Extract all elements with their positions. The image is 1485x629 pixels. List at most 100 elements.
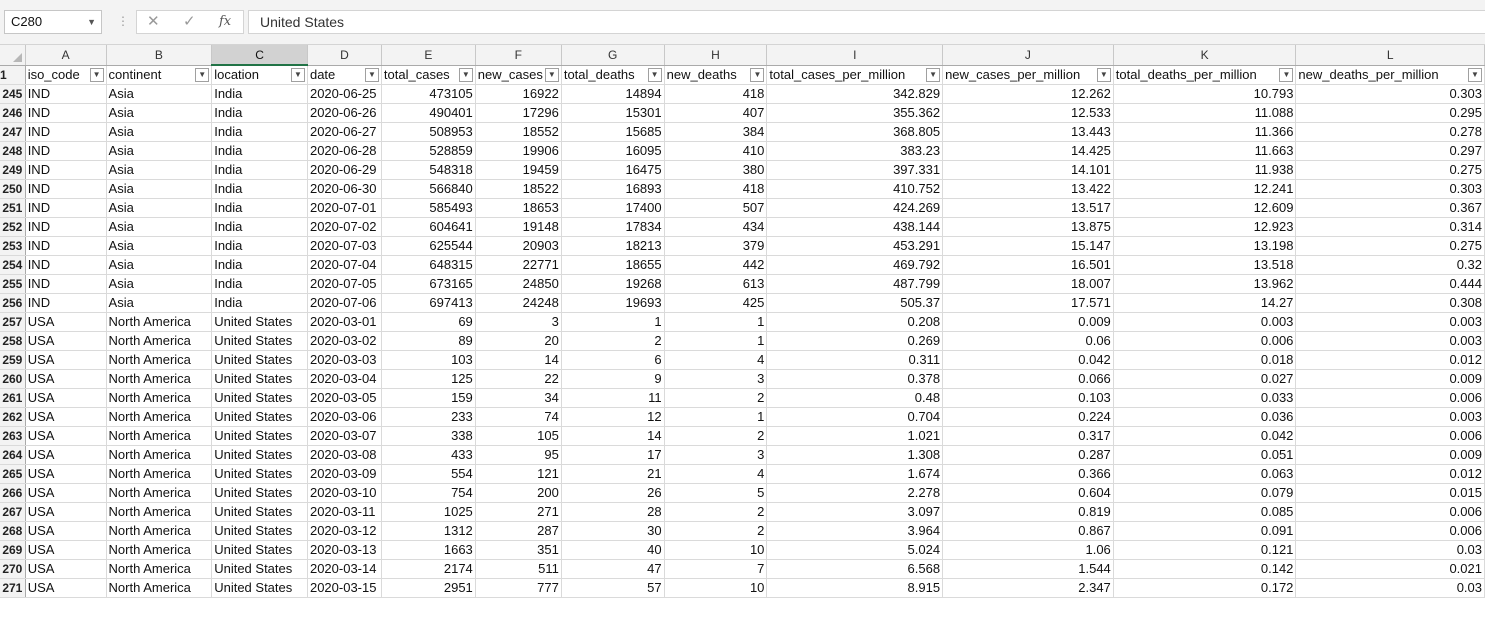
row-number[interactable]: 253 <box>0 236 26 256</box>
cell[interactable]: 19459 <box>475 160 562 180</box>
cell[interactable]: 15685 <box>561 122 665 142</box>
cell[interactable]: 0.015 <box>1295 483 1485 503</box>
cell[interactable]: 13.517 <box>942 198 1114 218</box>
row-number[interactable]: 266 <box>0 483 26 503</box>
cell[interactable]: 2020-03-03 <box>307 350 382 370</box>
cell[interactable]: United States <box>211 407 308 427</box>
filter-dropdown-icon[interactable]: ▼ <box>1468 67 1482 82</box>
cell[interactable]: 1.021 <box>766 426 944 446</box>
filter-dropdown-icon[interactable]: ▼ <box>750 67 765 82</box>
cell[interactable]: 12 <box>561 407 665 427</box>
cell[interactable]: 0.006 <box>1295 388 1485 408</box>
cell[interactable]: 12.533 <box>942 103 1114 123</box>
cell[interactable]: 12.241 <box>1113 179 1297 199</box>
cell[interactable]: USA <box>25 483 107 503</box>
cell[interactable]: 0.003 <box>1295 407 1485 427</box>
cell[interactable]: 3 <box>664 369 768 389</box>
filter-dropdown-icon[interactable]: ▼ <box>1096 67 1111 82</box>
header-cell-new-deaths[interactable]: new_deaths ▼ <box>664 65 768 85</box>
cell[interactable]: 2020-06-29 <box>307 160 382 180</box>
cell[interactable]: 5 <box>664 483 768 503</box>
cell[interactable]: 2020-07-06 <box>307 293 382 313</box>
cell[interactable]: 0.021 <box>1295 559 1485 579</box>
cell[interactable]: 2951 <box>381 578 476 598</box>
cell[interactable]: 424.269 <box>766 198 944 218</box>
cell[interactable]: 473105 <box>381 84 476 104</box>
cell[interactable]: 15.147 <box>942 236 1114 256</box>
cell[interactable]: 1312 <box>381 521 476 541</box>
cell[interactable]: 1.674 <box>766 464 944 484</box>
cell[interactable]: 2.347 <box>942 578 1114 598</box>
cell[interactable]: 0.009 <box>1295 369 1485 389</box>
cell[interactable]: 338 <box>381 426 476 446</box>
cell[interactable]: 410.752 <box>766 179 944 199</box>
cell[interactable]: 469.792 <box>766 255 944 275</box>
cell[interactable]: 20 <box>475 331 562 351</box>
column-header-h[interactable]: H <box>664 45 768 66</box>
cell[interactable]: Asia <box>106 103 213 123</box>
cell[interactable]: Asia <box>106 160 213 180</box>
cell[interactable]: 8.915 <box>766 578 944 598</box>
column-header-e[interactable]: E <box>381 45 476 66</box>
row-number[interactable]: 269 <box>0 540 26 560</box>
cell[interactable]: 2020-07-03 <box>307 236 382 256</box>
cell[interactable]: 0.006 <box>1295 426 1485 446</box>
row-number[interactable]: 252 <box>0 217 26 237</box>
row-number[interactable]: 265 <box>0 464 26 484</box>
cell[interactable]: North America <box>106 559 213 579</box>
cell[interactable]: 11.938 <box>1113 160 1297 180</box>
cell[interactable]: 585493 <box>381 198 476 218</box>
cell[interactable]: United States <box>211 464 308 484</box>
cell[interactable]: 28 <box>561 502 665 522</box>
cell[interactable]: 18213 <box>561 236 665 256</box>
column-header-b[interactable]: B <box>106 45 213 66</box>
cell[interactable]: IND <box>25 217 107 237</box>
cell[interactable]: 1 <box>664 407 768 427</box>
cell[interactable]: 2020-03-12 <box>307 521 382 541</box>
cell[interactable]: 0.027 <box>1113 369 1297 389</box>
cell[interactable]: 0.079 <box>1113 483 1297 503</box>
cell[interactable]: 125 <box>381 369 476 389</box>
cell[interactable]: 17400 <box>561 198 665 218</box>
cell[interactable]: 105 <box>475 426 562 446</box>
cell[interactable]: United States <box>211 312 308 332</box>
cell[interactable]: 2020-06-27 <box>307 122 382 142</box>
cell[interactable]: 566840 <box>381 179 476 199</box>
cell[interactable]: IND <box>25 274 107 294</box>
cell[interactable]: United States <box>211 540 308 560</box>
cell[interactable]: 0.378 <box>766 369 944 389</box>
row-number[interactable]: 247 <box>0 122 26 142</box>
cell[interactable]: 2 <box>664 426 768 446</box>
cell[interactable]: USA <box>25 445 107 465</box>
cell[interactable]: 271 <box>475 502 562 522</box>
cell[interactable]: 0.085 <box>1113 502 1297 522</box>
filter-dropdown-icon[interactable]: ▼ <box>364 67 379 82</box>
column-header-a[interactable]: A <box>25 45 107 66</box>
cell[interactable]: 418 <box>664 179 768 199</box>
cell[interactable]: 487.799 <box>766 274 944 294</box>
row-number[interactable]: 254 <box>0 255 26 275</box>
cell[interactable]: 2020-07-01 <box>307 198 382 218</box>
column-header-l[interactable]: L <box>1295 45 1485 66</box>
cell[interactable]: 0.142 <box>1113 559 1297 579</box>
cell[interactable]: India <box>211 198 308 218</box>
cell[interactable]: 2020-06-28 <box>307 141 382 161</box>
cell[interactable]: North America <box>106 483 213 503</box>
cell[interactable]: 511 <box>475 559 562 579</box>
cell[interactable]: 10.793 <box>1113 84 1297 104</box>
row-number[interactable]: 259 <box>0 350 26 370</box>
cell[interactable]: India <box>211 179 308 199</box>
cell[interactable]: 11.366 <box>1113 122 1297 142</box>
cell[interactable]: 434 <box>664 217 768 237</box>
row-number[interactable]: 258 <box>0 331 26 351</box>
cell[interactable]: IND <box>25 255 107 275</box>
cell[interactable]: 2020-07-02 <box>307 217 382 237</box>
cell[interactable]: India <box>211 103 308 123</box>
cell[interactable]: 2174 <box>381 559 476 579</box>
cell[interactable]: 2020-07-04 <box>307 255 382 275</box>
cell[interactable]: 2 <box>664 502 768 522</box>
cell[interactable]: 24248 <box>475 293 562 313</box>
cell[interactable]: 24850 <box>475 274 562 294</box>
cell[interactable]: North America <box>106 578 213 598</box>
cell[interactable]: 3 <box>664 445 768 465</box>
